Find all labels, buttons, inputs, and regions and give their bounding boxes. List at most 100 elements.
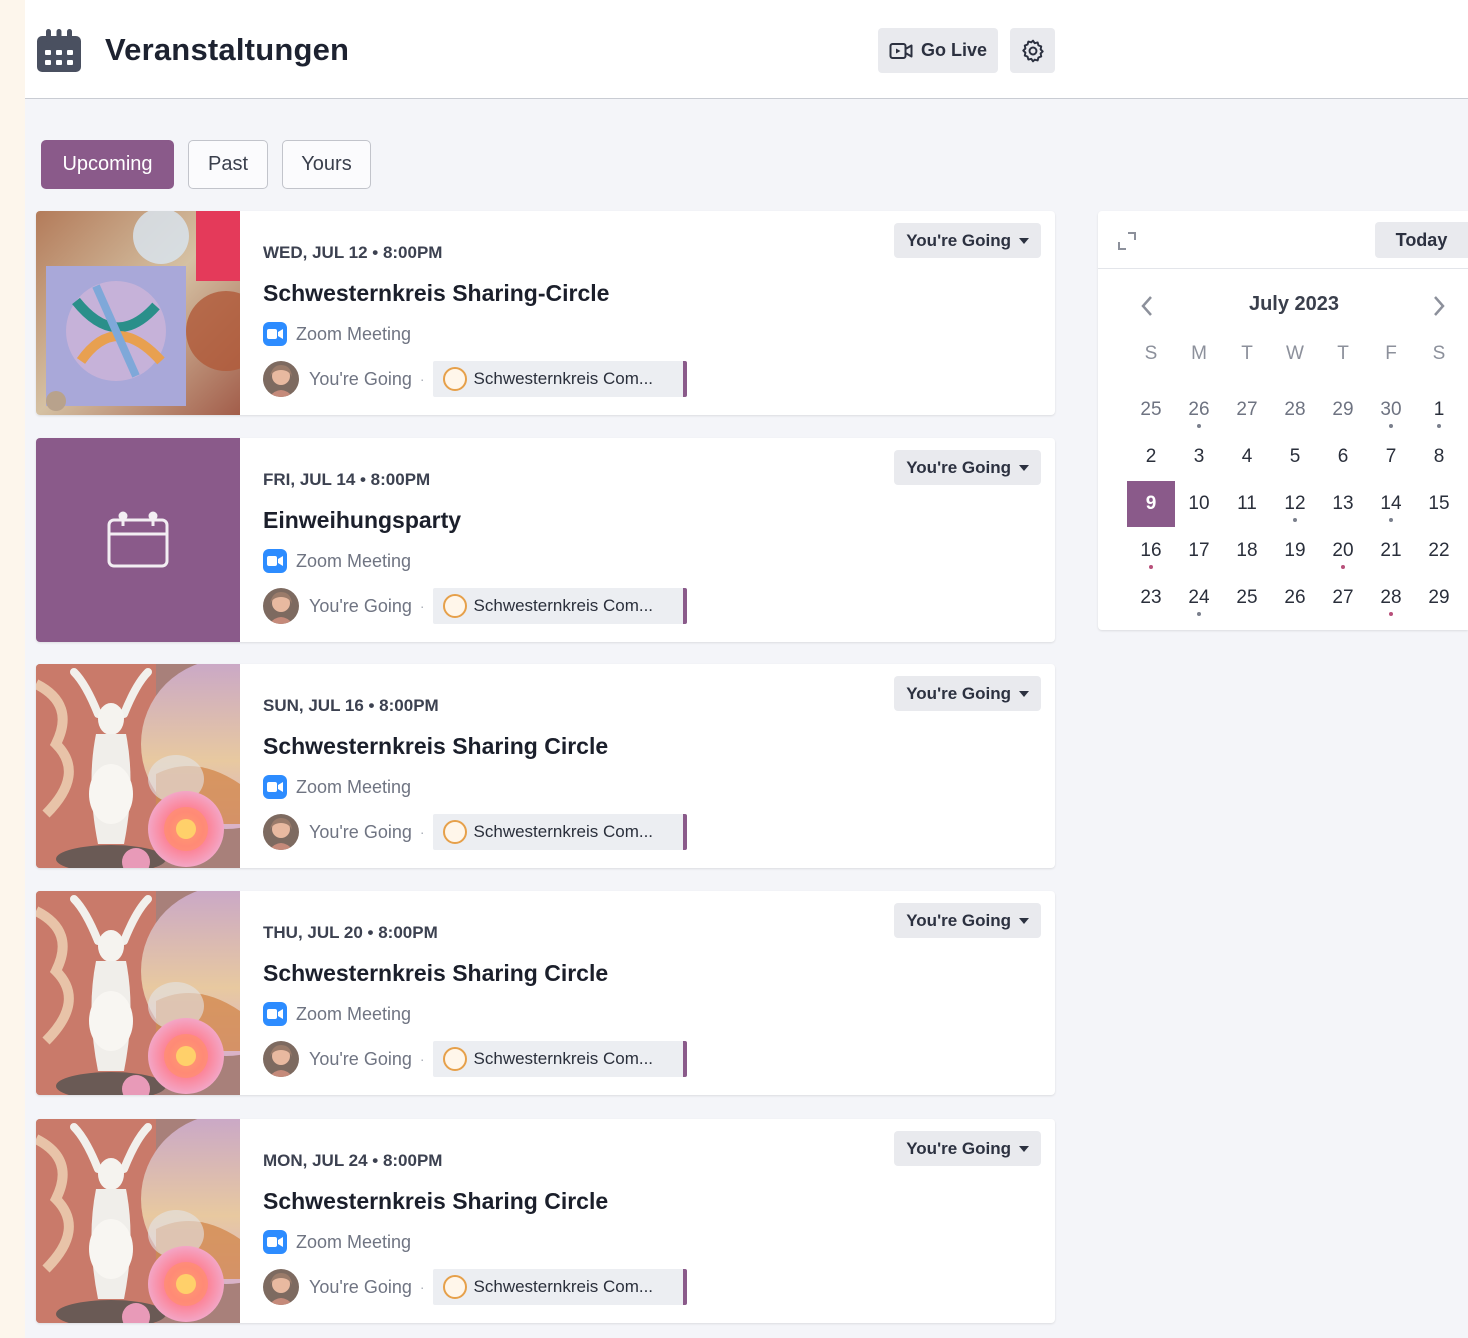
rsvp-dropdown[interactable]: You're Going — [894, 1131, 1041, 1166]
event-title[interactable]: Einweihungsparty — [263, 507, 461, 534]
event-card[interactable]: WED, JUL 12 • 8:00PM Schwesternkreis Shar… — [36, 211, 1055, 415]
calendar-day[interactable]: 18 — [1223, 528, 1271, 574]
event-date: WED, JUL 12 • 8:00PM — [263, 243, 443, 262]
today-button[interactable]: Today — [1375, 222, 1468, 258]
calendar-day[interactable]: 5 — [1271, 434, 1319, 480]
calendar-day[interactable]: 19 — [1271, 528, 1319, 574]
calendar-day[interactable]: 12 — [1271, 481, 1319, 527]
calendar-day[interactable]: 25 — [1127, 387, 1175, 433]
event-thumbnail[interactable] — [36, 211, 240, 415]
calendar-day[interactable]: 2 — [1127, 434, 1175, 480]
rsvp-dropdown[interactable]: You're Going — [894, 903, 1041, 938]
day-number: 25 — [1140, 399, 1162, 420]
calendar-day[interactable]: 16 — [1127, 528, 1175, 574]
calendar-day[interactable]: 3 — [1175, 434, 1223, 480]
calendar-day[interactable]: 30 — [1367, 387, 1415, 433]
day-number: 7 — [1385, 446, 1397, 467]
event-card[interactable]: FRI, JUL 14 • 8:00PM Einweihungsparty Zoom… — [36, 438, 1055, 642]
calendar-day[interactable]: 28 — [1271, 387, 1319, 433]
day-number: 17 — [1188, 540, 1210, 561]
calendar-day[interactable]: 26 — [1175, 387, 1223, 433]
event-thumbnail[interactable] — [36, 891, 240, 1095]
weekday-label: F — [1385, 343, 1397, 364]
community-chip[interactable]: Schwesternkreis Com... — [432, 1041, 687, 1077]
event-card[interactable]: SUN, JUL 16 • 8:00PM Schwesternkreis Shar… — [36, 664, 1055, 868]
day-number: 22 — [1428, 540, 1450, 561]
rsvp-dropdown[interactable]: You're Going — [894, 676, 1041, 711]
day-number: 18 — [1236, 540, 1258, 561]
event-indicator-dot — [1197, 612, 1201, 616]
community-name: Schwesternkreis Com... — [473, 1049, 654, 1068]
event-meta: You're Going · Schwesternkreis Com... — [263, 814, 687, 850]
event-thumbnail[interactable] — [36, 1119, 240, 1323]
calendar-day[interactable]: 14 — [1367, 481, 1415, 527]
community-chip[interactable]: Schwesternkreis Com... — [432, 361, 687, 397]
day-number: 14 — [1380, 493, 1402, 514]
event-thumbnail[interactable] — [36, 438, 240, 642]
calendar-day[interactable]: 11 — [1223, 481, 1271, 527]
day-number: 1 — [1433, 399, 1445, 420]
day-number: 8 — [1433, 446, 1445, 467]
calendar-toolbar: Today — [1098, 211, 1468, 269]
event-title[interactable]: Schwesternkreis Sharing Circle — [263, 1188, 608, 1215]
event-thumbnail[interactable] — [36, 664, 240, 868]
day-number: 25 — [1236, 587, 1258, 608]
tab-yours[interactable]: Yours — [282, 140, 371, 189]
attendance-status: You're Going — [309, 595, 412, 616]
calendar-day[interactable]: 7 — [1367, 434, 1415, 480]
calendar-day[interactable]: 21 — [1367, 528, 1415, 574]
event-title[interactable]: Schwesternkreis Sharing-Circle — [263, 280, 609, 307]
calendar-day[interactable]: 27 — [1319, 575, 1367, 621]
day-number: 5 — [1289, 446, 1301, 467]
event-card[interactable]: THU, JUL 20 • 8:00PM Schwesternkreis Shar… — [36, 891, 1055, 1095]
day-number: 12 — [1284, 493, 1306, 514]
calendar-day[interactable]: 28 — [1367, 575, 1415, 621]
calendar-day[interactable]: 20 — [1319, 528, 1367, 574]
calendar-day[interactable]: 15 — [1415, 481, 1463, 527]
chevron-right-icon[interactable] — [1430, 293, 1448, 319]
calendar-day[interactable]: 1 — [1415, 387, 1463, 433]
calendar-day[interactable]: 8 — [1415, 434, 1463, 480]
go-live-button[interactable]: Go Live — [878, 28, 998, 73]
calendar-day[interactable]: 29 — [1319, 387, 1367, 433]
event-location: Zoom Meeting — [263, 549, 411, 573]
settings-button[interactable] — [1010, 28, 1055, 73]
community-chip[interactable]: Schwesternkreis Com... — [432, 1269, 687, 1305]
event-title[interactable]: Schwesternkreis Sharing Circle — [263, 960, 608, 987]
tab-past[interactable]: Past — [188, 140, 268, 189]
calendar-grid: S M T W T F S 25 26 27 28 29 30 1 2 3 4 5 6 7 8 9 10 11 12 13 14 15… — [1127, 335, 1463, 622]
calendar-day[interactable]: 24 — [1175, 575, 1223, 621]
calendar-day[interactable]: 27 — [1223, 387, 1271, 433]
caret-down-icon — [1019, 690, 1029, 697]
day-number: 9 — [1145, 493, 1157, 514]
calendar-day[interactable]: 29 — [1415, 575, 1463, 621]
calendar-day[interactable]: 6 — [1319, 434, 1367, 480]
community-logo-icon — [442, 1275, 467, 1299]
zoom-icon — [263, 1230, 287, 1254]
calendar-day[interactable]: 25 — [1223, 575, 1271, 621]
rsvp-dropdown[interactable]: You're Going — [894, 450, 1041, 485]
calendar-day[interactable]: 23 — [1127, 575, 1175, 621]
community-chip[interactable]: Schwesternkreis Com... — [432, 814, 687, 850]
day-number: 27 — [1236, 399, 1258, 420]
event-indicator-dot — [1341, 565, 1345, 569]
event-indicator-dot — [1389, 518, 1393, 522]
caret-down-icon — [1019, 1145, 1029, 1152]
calendar-day[interactable]: 10 — [1175, 481, 1223, 527]
calendar-day[interactable]: 4 — [1223, 434, 1271, 480]
calendar-day[interactable]: 22 — [1415, 528, 1463, 574]
avatar — [263, 361, 299, 397]
calendar-day[interactable]: 17 — [1175, 528, 1223, 574]
tab-upcoming[interactable]: Upcoming — [41, 140, 174, 189]
event-title[interactable]: Schwesternkreis Sharing Circle — [263, 733, 608, 760]
expand-icon[interactable] — [1116, 230, 1138, 252]
community-chip[interactable]: Schwesternkreis Com... — [432, 588, 687, 624]
rsvp-dropdown[interactable]: You're Going — [894, 223, 1041, 258]
attendance-status: You're Going — [309, 368, 412, 389]
event-indicator-dot — [1389, 424, 1393, 428]
event-card[interactable]: MON, JUL 24 • 8:00PM Schwesternkreis Shar… — [36, 1119, 1055, 1323]
calendar-day[interactable]: 13 — [1319, 481, 1367, 527]
calendar-day[interactable]: 9 — [1127, 481, 1175, 527]
separator: · — [419, 598, 425, 614]
calendar-day[interactable]: 26 — [1271, 575, 1319, 621]
